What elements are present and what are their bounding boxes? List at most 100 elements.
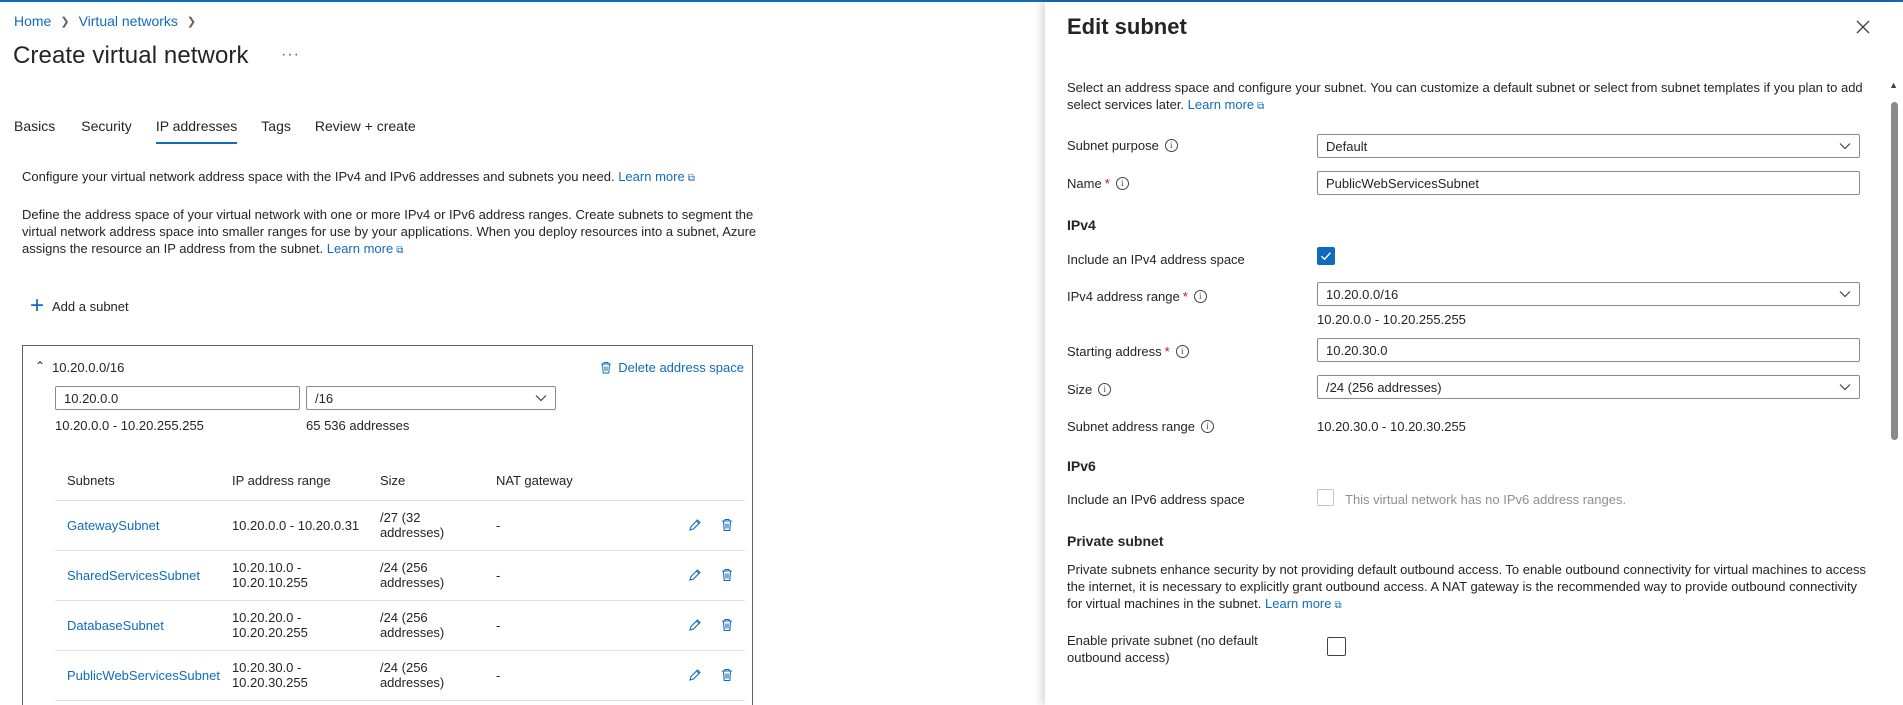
panel-title: Edit subnet [1067,14,1187,39]
include-ipv4-checkbox[interactable] [1317,247,1335,265]
info-icon[interactable]: i [1175,345,1189,358]
ipv4-range-select[interactable]: 10.20.0.0/16 [1317,282,1860,306]
subnet-nat: - [483,500,604,551]
include-ipv4-label: Include an IPv4 address space [1067,252,1245,267]
ipv4-range-text: 10.20.0.0 - 10.20.255.255 [1317,312,1466,327]
subnet-name-link[interactable]: PublicWebServicesSubnet [55,650,220,701]
trash-icon[interactable] [719,517,735,533]
row-actions [603,650,745,701]
name-label: Name * i [1067,176,1129,191]
tab-bar: Basics Security IP addresses Tags Review… [14,118,440,144]
subnet-purpose-select[interactable]: Default [1317,134,1860,158]
tab-ip-addresses[interactable]: IP addresses [155,118,238,144]
trash-icon[interactable] [719,667,735,683]
add-subnet-button[interactable]: + Add a subnet [30,292,129,319]
chevron-down-icon [535,395,547,402]
subnet-purpose-label: Subnet purpose i [1067,138,1178,153]
include-ipv6-checkbox [1317,489,1334,506]
info-icon[interactable]: i [1193,290,1207,303]
checkmark-icon [1321,252,1332,261]
subnet-purpose-value: Default [1326,138,1368,154]
column-header-nat-gateway: NAT gateway [483,461,604,501]
subnet-name-link[interactable]: DatabaseSubnet [55,600,220,651]
subnet-nat: - [483,600,604,651]
size-value: /24 (256 addresses) [1326,379,1442,395]
size-label: Size i [1067,382,1112,397]
trash-icon[interactable] [719,617,735,633]
address-space-start-input[interactable] [55,386,300,410]
address-space-prefix-select[interactable]: /16 [306,386,556,410]
column-header-ip-range: IP address range [219,461,368,501]
subnet-address-range-label: Subnet address range i [1067,419,1214,434]
name-field[interactable] [1317,171,1860,195]
address-count-text: 65 536 addresses [306,418,410,433]
row-actions [603,550,745,601]
delete-address-space-button[interactable]: Delete address space [600,360,744,375]
scroll-up-arrow-icon[interactable]: ▲ [1889,80,1898,90]
table-row: DatabaseSubnet 10.20.20.0 - 10.20.20.255… [55,600,745,651]
ipv4-range-value: 10.20.0.0/16 [1326,286,1399,302]
scrollbar-thumb[interactable] [1891,102,1898,440]
size-select[interactable]: /24 (256 addresses) [1317,375,1860,399]
edit-pencil-icon[interactable] [687,667,703,683]
starting-address-field[interactable] [1317,338,1860,362]
tab-tags[interactable]: Tags [261,118,291,144]
external-link-icon: ⧉ [687,173,695,184]
enable-private-subnet-checkbox[interactable] [1327,637,1346,656]
private-subnet-desc-text: Private subnets enhance security by not … [1067,562,1867,611]
learn-more-link[interactable]: Learn more ⧉ [327,241,404,256]
edit-subnet-panel: Edit subnet ▲ Select an address space an… [1045,2,1903,705]
chevron-down-icon [1839,291,1851,298]
chevron-up-icon[interactable]: ⌃ [35,359,45,373]
learn-more-link[interactable]: Learn more ⧉ [1265,596,1342,611]
breadcrumb: Home ❯ Virtual networks ❯ [14,13,205,29]
chevron-right-icon: ❯ [60,15,70,28]
subnet-name-link[interactable]: GatewaySubnet [55,500,220,551]
more-options-button[interactable]: ··· [281,46,300,64]
name-input[interactable] [1326,175,1851,191]
prefix-value: /16 [315,390,334,406]
edit-pencil-icon[interactable] [687,567,703,583]
breadcrumb-home-link[interactable]: Home [14,13,51,29]
ipv6-heading: IPv6 [1067,458,1096,474]
page-title: Create virtual network [13,42,249,69]
tab-basics[interactable]: Basics [14,118,55,144]
info-icon[interactable]: i [1200,420,1214,433]
breadcrumb-virtual-networks-link[interactable]: Virtual networks [79,13,178,29]
create-vnet-pane: Home ❯ Virtual networks ❯ Create virtual… [0,2,1045,705]
required-marker: * [1104,176,1110,191]
subnet-size: /24 (256 addresses) [367,550,484,601]
address-space-title: 10.20.0.0/16 [52,360,125,375]
tab-security[interactable]: Security [81,118,132,144]
info-icon[interactable]: i [1098,383,1112,396]
trash-icon[interactable] [719,567,735,583]
column-header-size: Size [367,461,484,501]
subnet-range: 10.20.10.0 - 10.20.10.255 [219,550,368,601]
info-icon[interactable]: i [1164,139,1178,152]
chevron-right-icon: ❯ [186,15,197,28]
intro-line1: Configure your virtual network address s… [22,169,615,184]
plus-icon: + [30,292,45,319]
edit-pencil-icon[interactable] [687,517,703,533]
required-marker: * [1164,344,1170,359]
close-icon[interactable] [1853,17,1873,37]
column-header-actions [603,461,745,501]
column-header-subnets: Subnets [55,461,220,501]
learn-more-link[interactable]: Learn more ⧉ [1188,97,1265,112]
delete-address-space-label: Delete address space [618,360,744,375]
edit-pencil-icon[interactable] [687,617,703,633]
private-subnet-heading: Private subnet [1067,533,1164,549]
external-link-icon: ⧉ [1334,600,1342,611]
ipv6-disabled-text: This virtual network has no IPv6 address… [1345,492,1627,507]
subnet-size: /24 (256 addresses) [367,600,484,651]
info-icon[interactable]: i [1115,177,1129,190]
subnet-size: /24 (256 addresses) [367,650,484,701]
starting-address-input[interactable] [1326,342,1851,358]
ipv4-heading: IPv4 [1067,217,1096,233]
address-space-header[interactable]: ⌃ 10.20.0.0/16 [35,359,125,376]
subnet-size: /27 (32 addresses) [367,500,484,551]
subnets-table: Subnets IP address range Size NAT gatewa… [55,461,745,701]
tab-review-create[interactable]: Review + create [315,118,416,144]
subnet-name-link[interactable]: SharedServicesSubnet [55,550,220,601]
learn-more-link[interactable]: Learn more ⧉ [618,169,695,184]
